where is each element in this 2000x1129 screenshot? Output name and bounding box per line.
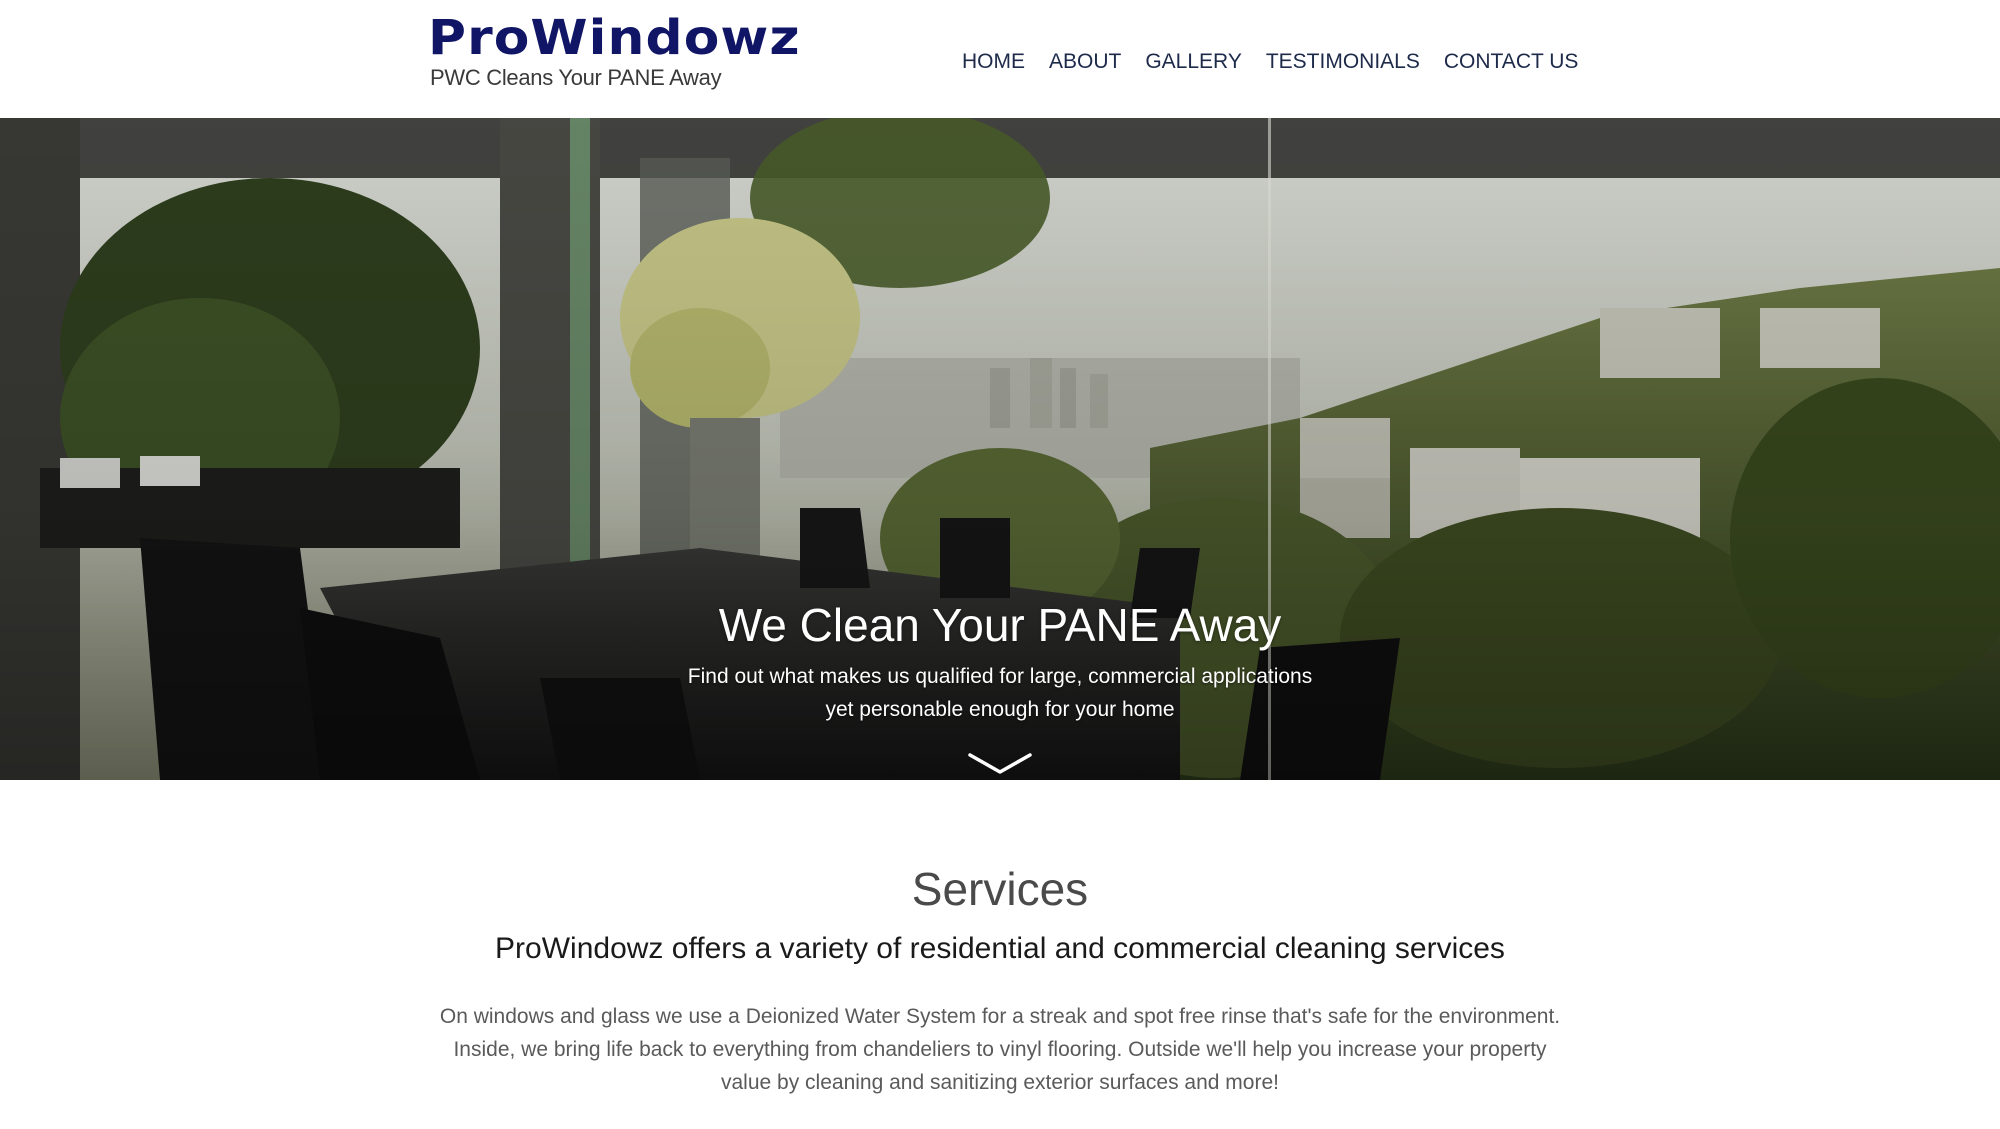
- nav-item-contact-us[interactable]: CONTACT US: [1444, 48, 1579, 76]
- nav-item-home[interactable]: HOME: [962, 48, 1025, 76]
- services-subheading: ProWindowz offers a variety of residenti…: [495, 932, 1505, 965]
- services-section: Services ProWindowz offers a variety of …: [0, 780, 2000, 1129]
- site-header: ProWindowz PWC Cleans Your PANE Away HOM…: [0, 0, 2000, 118]
- main-nav: HOME ABOUT GALLERY TESTIMONIALS CONTACT …: [950, 48, 1590, 76]
- services-description: On windows and glass we use a Deionized …: [430, 1000, 1570, 1099]
- nav-item-gallery[interactable]: GALLERY: [1145, 48, 1242, 76]
- services-description-line-2: Inside, we bring life back to everything…: [453, 1038, 1547, 1061]
- page: ProWindowz PWC Cleans Your PANE Away HOM…: [0, 0, 2000, 1129]
- logo-link[interactable]: ProWindowz PWC Cleans Your PANE Away: [428, 12, 800, 90]
- services-description-line-3: value by cleaning and sanitizing exterio…: [721, 1071, 1279, 1094]
- hero-subtitle-line-1: Find out what makes us qualified for lar…: [687, 665, 1313, 688]
- nav-item-testimonials[interactable]: TESTIMONIALS: [1266, 48, 1420, 76]
- hero-title: We Clean Your PANE Away: [718, 599, 1282, 651]
- logo-tagline: PWC Cleans Your PANE Away: [430, 65, 722, 90]
- services-description-line-1: On windows and glass we use a Deionized …: [439, 1005, 1561, 1028]
- hero-subtitle: Find out what makes us qualified for lar…: [0, 660, 2000, 726]
- logo-title: ProWindowz: [428, 10, 801, 66]
- chevron-down-icon[interactable]: [967, 752, 1033, 776]
- hero-subtitle-line-2: yet personable enough for your home: [825, 698, 1175, 721]
- services-heading: Services: [911, 863, 1089, 915]
- hero-section: We Clean Your PANE Away Find out what ma…: [0, 118, 2000, 780]
- nav-item-about[interactable]: ABOUT: [1049, 48, 1121, 76]
